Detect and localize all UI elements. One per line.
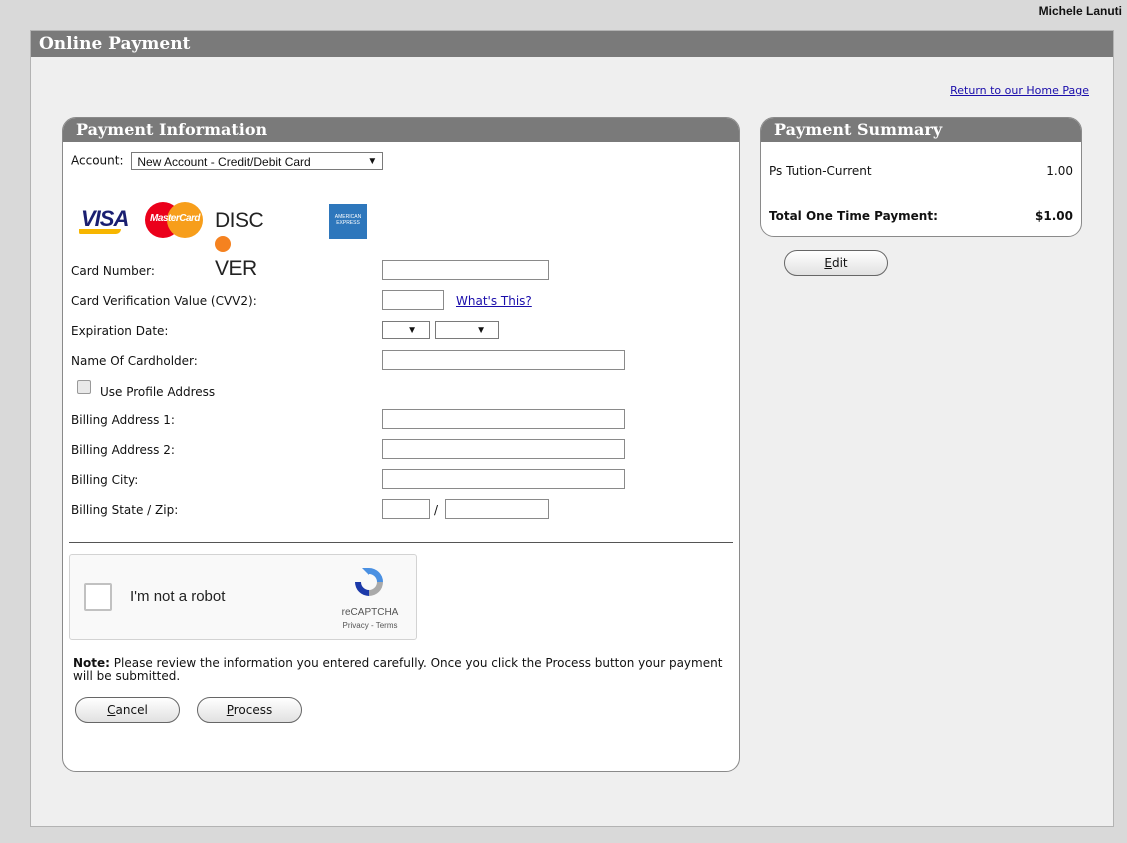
divider [69,542,733,543]
recaptcha-terms-link[interactable]: Privacy - Terms [310,621,430,630]
chevron-down-icon: ▼ [476,325,486,336]
summary-line-item: Ps Tution-Current 1.00 [769,164,1073,178]
use-profile-checkbox[interactable] [77,380,91,394]
summary-total-amount: $1.00 [1035,209,1073,223]
discover-logo: DISCVER [215,209,264,280]
expiration-month-select[interactable]: ▼ [382,321,430,339]
online-payment-container: Online Payment Return to our Home Page P… [30,30,1114,827]
payment-information-header: Payment Information [63,118,739,142]
return-home-link[interactable]: Return to our Home Page [950,84,1089,97]
mastercard-logo: MasterCard [145,202,205,238]
recaptcha-label: I'm not a robot [130,588,226,605]
recaptcha-widget: I'm not a robot reCAPTCHA Privacy - Term… [69,554,417,640]
edit-button[interactable]: Edit [784,250,888,276]
recaptcha-checkbox[interactable] [84,583,112,611]
chevron-down-icon: ▼ [367,156,378,167]
expiration-year-select[interactable]: ▼ [435,321,499,339]
submission-note: Note: Please review the information you … [73,657,723,683]
card-number-label: Card Number: [71,264,155,278]
cvv-label: Card Verification Value (CVV2): [71,294,257,308]
cvv-help-link[interactable]: What's This? [456,294,532,308]
billing-zip-input[interactable] [445,499,549,519]
card-number-input[interactable] [382,260,549,280]
cancel-button[interactable]: Cancel [75,697,180,723]
billing-address1-label: Billing Address 1: [71,413,175,427]
state-zip-separator: / [434,503,439,517]
billing-city-input[interactable] [382,469,625,489]
billing-address2-label: Billing Address 2: [71,443,175,457]
account-row: Account: New Account - Credit/Debit Card… [71,152,384,170]
recaptcha-brand: reCAPTCHA [341,607,399,618]
billing-state-input[interactable] [382,499,430,519]
chevron-down-icon: ▼ [407,325,417,336]
visa-swoosh [79,229,121,234]
billing-address1-input[interactable] [382,409,625,429]
page-title: Online Payment [31,31,1113,57]
account-select[interactable]: New Account - Credit/Debit Card ▼ [131,152,384,170]
summary-total: Total One Time Payment: $1.00 [769,209,1073,223]
cvv-input[interactable] [382,290,444,310]
account-label: Account: [71,153,124,168]
use-profile-label: Use Profile Address [100,385,216,399]
top-bar: Michele Lanuti [0,0,1127,28]
note-text: Please review the information you entere… [73,656,723,683]
expiration-label: Expiration Date: [71,324,169,338]
cardholder-label: Name Of Cardholder: [71,354,198,368]
payment-summary-panel: Payment Summary Ps Tution-Current 1.00 T… [760,117,1082,237]
process-button[interactable]: Process [197,697,302,723]
recaptcha-icon [355,568,383,596]
billing-city-label: Billing City: [71,473,139,487]
note-label: Note: [73,656,110,670]
billing-address2-input[interactable] [382,439,625,459]
billing-state-zip-label: Billing State / Zip: [71,503,179,517]
summary-item-label: Ps Tution-Current [769,164,872,178]
account-select-value: New Account - Credit/Debit Card [137,155,311,169]
payment-summary-header: Payment Summary [761,118,1081,142]
cardholder-input[interactable] [382,350,625,370]
amex-logo: AMERICAN EXPRESS [329,204,367,239]
user-name: Michele Lanuti [1038,4,1122,18]
summary-item-amount: 1.00 [1046,164,1073,178]
payment-information-panel: Payment Information Account: New Account… [62,117,740,772]
summary-total-label: Total One Time Payment: [769,209,938,223]
